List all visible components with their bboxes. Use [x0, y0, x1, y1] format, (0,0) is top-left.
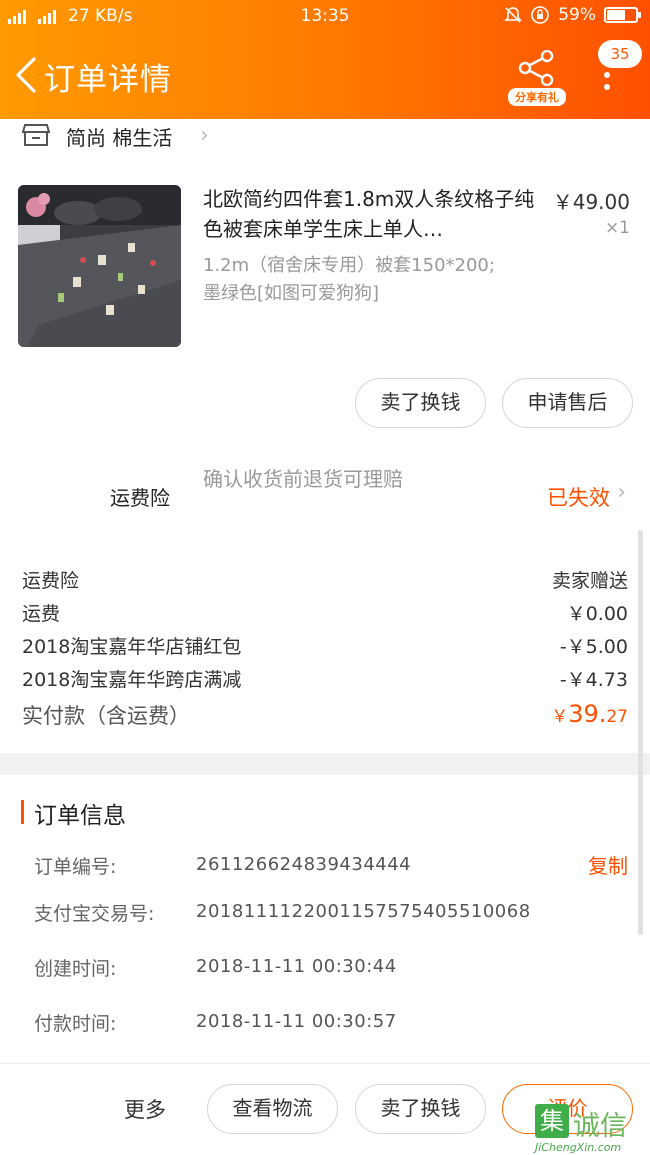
- battery-icon: [604, 7, 641, 23]
- insurance-status: 已失效: [547, 486, 610, 510]
- chevron-right-icon: ›: [200, 123, 209, 148]
- more-dots-icon: [604, 72, 610, 96]
- fee-label: 2018淘宝嘉年华店铺红包: [22, 636, 242, 658]
- scrollbar[interactable]: [638, 530, 643, 935]
- info-label: 创建时间:: [34, 958, 117, 980]
- fee-label: 运费: [22, 603, 61, 625]
- shipping-insurance-row[interactable]: 运费险 确认收货前退货可理赔 已失效 ›: [0, 460, 650, 530]
- status-right: 59%: [504, 5, 641, 25]
- info-value: 2018-11-11 00:30:57: [196, 1011, 397, 1032]
- fee-value: -￥4.73: [559, 669, 628, 691]
- total-amount: ￥39.27: [551, 700, 628, 728]
- total-amount-dec: 27: [606, 707, 628, 727]
- store-icon: [22, 124, 50, 146]
- total-amount-int: 39.: [568, 700, 607, 728]
- section-divider: [0, 753, 650, 775]
- fee-value: -￥5.00: [559, 636, 628, 658]
- product-sku: 1.2m（宿舍床专用）被套150*200; 墨绿色[如图可爱狗狗]: [203, 252, 538, 308]
- info-value: 2018-11-11 00:30:44: [196, 956, 397, 977]
- after-sales-button[interactable]: 申请售后: [502, 378, 633, 428]
- fee-row: 运费 ￥0.00: [22, 599, 628, 629]
- resell-button[interactable]: 卖了换钱: [355, 378, 486, 428]
- more-button[interactable]: 更多: [124, 1094, 166, 1124]
- view-logistics-button[interactable]: 查看物流: [207, 1084, 338, 1134]
- info-label: 支付宝交易号:: [34, 903, 155, 925]
- insurance-description: 确认收货前退货可理赔: [203, 467, 403, 491]
- created-time-row: 创建时间: 2018-11-11 00:30:44: [34, 954, 628, 984]
- shop-row[interactable]: 简尚 棉生活 ›: [0, 119, 650, 159]
- back-arrow-icon[interactable]: [12, 57, 42, 93]
- fee-row: 运费险 卖家赠送: [22, 566, 628, 596]
- total-row: 实付款（含运费） ￥39.27: [22, 700, 628, 734]
- share-label: 分享有礼: [508, 88, 566, 106]
- paid-time-row: 付款时间: 2018-11-11 00:30:57: [34, 1009, 628, 1039]
- fee-label: 2018淘宝嘉年华跨店满减: [22, 669, 242, 691]
- order-number-row: 订单编号: 261126624839434444: [34, 852, 628, 882]
- info-label: 付款时间:: [34, 1013, 117, 1035]
- insurance-label: 运费险: [110, 486, 170, 510]
- product-price: ￥49.00: [552, 190, 630, 214]
- copy-button[interactable]: 复制: [588, 850, 628, 879]
- chevron-right-icon: ›: [617, 480, 626, 505]
- section-accent-bar: [21, 800, 24, 824]
- fee-label: 运费险: [22, 570, 80, 592]
- order-info-title: 订单信息: [34, 803, 126, 829]
- message-count-badge: 35: [598, 40, 642, 68]
- info-value: 261126624839434444: [196, 854, 412, 875]
- watermark-text: 诚信: [573, 1111, 627, 1142]
- info-value: 2018111122001157575405510068: [196, 901, 531, 922]
- rotation-lock-icon: [531, 6, 550, 24]
- product-quantity: ×1: [604, 218, 630, 238]
- app-header: 27 KB/s 13:35 59% 订单详情 分享有礼 35: [0, 0, 650, 119]
- shop-name: 简尚 棉生活: [66, 126, 173, 150]
- watermark-domain: JiChengXin.com: [535, 1141, 622, 1154]
- product-sku-line-2: 墨绿色[如图可爱狗狗]: [203, 283, 380, 304]
- battery-percent: 59%: [558, 5, 596, 25]
- fee-row: 2018淘宝嘉年华店铺红包 -￥5.00: [22, 632, 628, 662]
- product-image[interactable]: [18, 185, 181, 347]
- resell-bottom-button[interactable]: 卖了换钱: [355, 1084, 486, 1134]
- share-button[interactable]: 分享有礼: [508, 49, 566, 106]
- watermark-logo: 集: [535, 1104, 569, 1138]
- fee-value: ￥0.00: [566, 603, 628, 625]
- total-currency: ￥: [551, 707, 569, 727]
- fee-row: 2018淘宝嘉年华跨店满减 -￥4.73: [22, 665, 628, 695]
- info-label: 订单编号:: [34, 856, 117, 878]
- alipay-trade-row: 支付宝交易号: 2018111122001157575405510068: [34, 899, 628, 929]
- page-title: 订单详情: [44, 62, 172, 98]
- mute-bell-icon: [504, 7, 523, 23]
- fee-value: 卖家赠送: [551, 570, 628, 592]
- status-bar: 27 KB/s 13:35 59%: [0, 0, 650, 32]
- total-label: 实付款（含运费）: [22, 704, 190, 728]
- site-watermark: 集 诚信 JiChengXin.com: [535, 1104, 650, 1155]
- share-icon: [518, 49, 554, 87]
- product-title[interactable]: 北欧简约四件套1.8m双人条纹格子纯色被套床单学生床上单人…: [203, 184, 538, 244]
- product-sku-line-1: 1.2m（宿舍床专用）被套150*200;: [203, 255, 495, 276]
